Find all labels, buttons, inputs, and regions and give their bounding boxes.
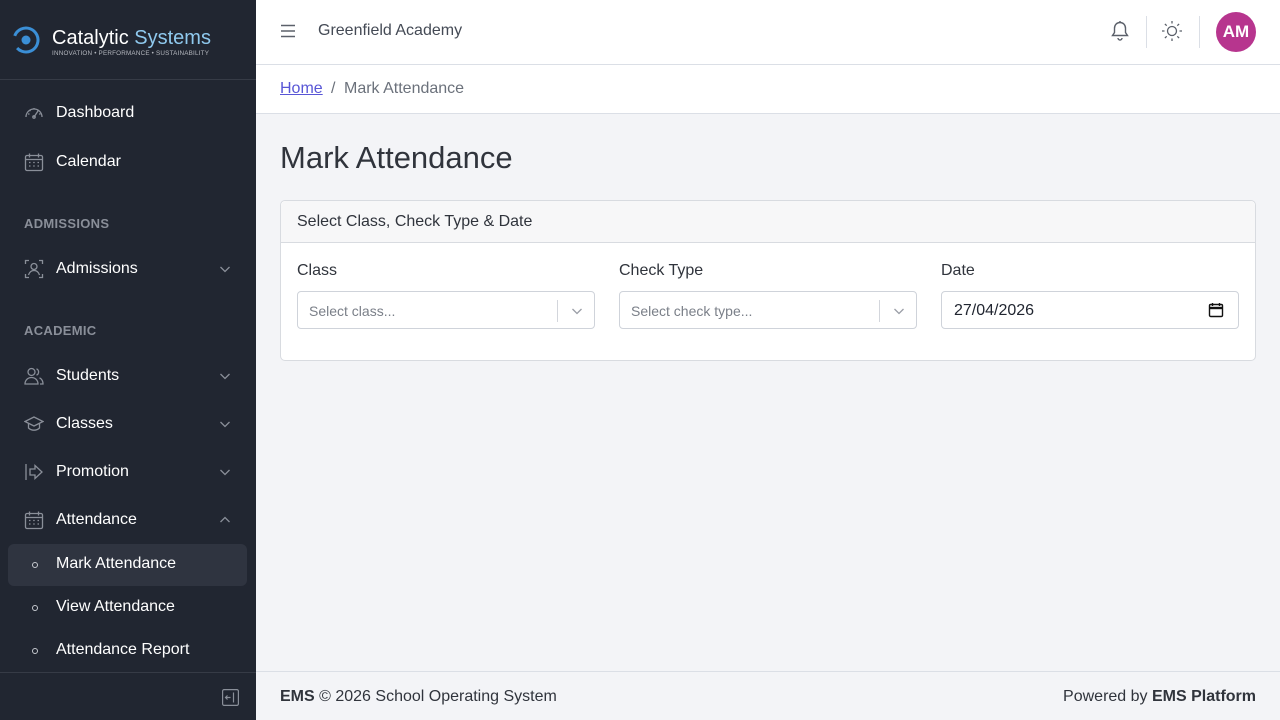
chevron-down-icon xyxy=(220,421,230,428)
sidebar-item-label: Promotion xyxy=(56,463,129,480)
speedometer-icon xyxy=(25,108,43,119)
sidebar-item-calendar[interactable]: Calendar xyxy=(0,140,256,184)
breadcrumb-home-link[interactable]: Home xyxy=(280,80,323,98)
brand[interactable]: Catalytic Systems INNOVATION • PERFORMAN… xyxy=(0,0,256,80)
footer-brand: EMS xyxy=(280,688,315,705)
arrow-right-icon xyxy=(25,464,43,480)
sidebar-subitem-label: Attendance Report xyxy=(56,641,190,658)
sidebar-collapse-icon[interactable] xyxy=(222,689,239,706)
class-select-placeholder: Select class... xyxy=(309,303,396,319)
chevron-down-icon xyxy=(220,373,230,380)
sidebar-footer xyxy=(0,672,256,720)
theme-toggle-sun-icon[interactable] xyxy=(1161,20,1183,42)
footer-copyright: EMS © 2026 School Operating System xyxy=(280,688,557,706)
select-separator xyxy=(879,300,880,322)
breadcrumb: Home / Mark Attendance xyxy=(256,65,1280,114)
footer-powered-prefix: Powered by xyxy=(1063,688,1152,705)
sidebar-item-admissions[interactable]: Admissions xyxy=(0,247,256,291)
people-icon xyxy=(24,367,44,385)
date-label: Date xyxy=(941,262,975,279)
sidebar-item-dashboard[interactable]: Dashboard xyxy=(0,91,256,135)
person-badge-icon xyxy=(24,259,44,279)
check-type-label: Check Type xyxy=(619,262,704,279)
sidebar-item-promotion[interactable]: Promotion xyxy=(0,450,256,494)
sidebar-subitem-view-attendance[interactable]: View Attendance xyxy=(8,587,247,629)
chevron-down-icon xyxy=(220,469,230,476)
card-header: Select Class, Check Type & Date xyxy=(281,201,1255,243)
calendar-picker-icon[interactable] xyxy=(1208,302,1224,318)
check-type-select-placeholder: Select check type... xyxy=(631,303,753,319)
footer-platform-link[interactable]: EMS Platform xyxy=(1152,688,1256,705)
class-select[interactable]: Select class... xyxy=(297,291,595,329)
check-type-select[interactable]: Select check type... xyxy=(619,291,917,329)
calendar-icon xyxy=(24,511,44,530)
bullet-icon xyxy=(32,605,38,611)
brand-name-part1: Catalytic xyxy=(52,27,129,49)
brand-tagline: INNOVATION • PERFORMANCE • SUSTAINABILIT… xyxy=(52,50,210,57)
section-title-academic: ACADEMIC xyxy=(24,323,97,338)
sidebar-subitem-label: View Attendance xyxy=(56,598,175,615)
top-header: Greenfield Academy AM xyxy=(256,0,1280,65)
catalytic-logo-icon xyxy=(12,26,40,54)
date-value: 27/04/2026 xyxy=(954,302,1035,319)
chevron-down-icon xyxy=(220,266,230,273)
card-title: Select Class, Check Type & Date xyxy=(297,213,533,230)
footer-copyright-text: © 2026 School Operating System xyxy=(314,688,557,705)
chevron-down-icon xyxy=(572,308,582,315)
section-title-admissions: ADMISSIONS xyxy=(24,216,110,231)
sidebar-subitem-mark-attendance[interactable]: Mark Attendance xyxy=(8,544,247,586)
header-divider xyxy=(1199,16,1200,48)
header-divider xyxy=(1146,16,1147,48)
sidebar-item-label: Dashboard xyxy=(56,104,135,121)
user-avatar[interactable]: AM xyxy=(1216,12,1256,52)
brand-name: Catalytic Systems xyxy=(52,26,211,50)
bullet-icon xyxy=(32,562,38,568)
bell-icon[interactable] xyxy=(1110,20,1130,42)
sidebar-item-label: Classes xyxy=(56,415,113,432)
breadcrumb-current: Mark Attendance xyxy=(344,80,465,97)
sidebar-subitem-label: Mark Attendance xyxy=(56,555,177,572)
bullet-icon xyxy=(32,648,38,654)
sidebar-item-label: Calendar xyxy=(56,153,121,170)
page-footer: EMS © 2026 School Operating System Power… xyxy=(256,671,1280,720)
chevron-down-icon xyxy=(894,308,904,315)
mortarboard-icon xyxy=(24,416,44,431)
school-name: Greenfield Academy xyxy=(318,22,463,39)
sidebar-item-label: Attendance xyxy=(56,511,137,528)
brand-name-part2: Systems xyxy=(134,27,211,49)
sidebar-item-label: Students xyxy=(56,367,120,384)
breadcrumb-separator: / xyxy=(331,80,336,97)
sidebar-item-attendance[interactable]: Attendance xyxy=(0,498,256,542)
calendar-icon xyxy=(24,153,44,172)
sidebar-item-students[interactable]: Students xyxy=(0,354,256,398)
selection-card: Select Class, Check Type & Date Class Se… xyxy=(280,200,1256,361)
sidebar-subitem-attendance-report[interactable]: Attendance Report xyxy=(8,630,247,672)
sidebar: Catalytic Systems INNOVATION • PERFORMAN… xyxy=(0,0,256,720)
sidebar-item-classes[interactable]: Classes xyxy=(0,402,256,446)
footer-powered-by: Powered by EMS Platform xyxy=(1063,688,1256,706)
page-title: Mark Attendance xyxy=(280,140,513,175)
chevron-up-icon xyxy=(220,516,230,523)
hamburger-menu-icon[interactable] xyxy=(280,22,296,40)
date-input[interactable]: 27/04/2026 xyxy=(941,291,1239,329)
select-separator xyxy=(557,300,558,322)
class-label: Class xyxy=(297,262,338,279)
sidebar-item-label: Admissions xyxy=(56,260,138,277)
